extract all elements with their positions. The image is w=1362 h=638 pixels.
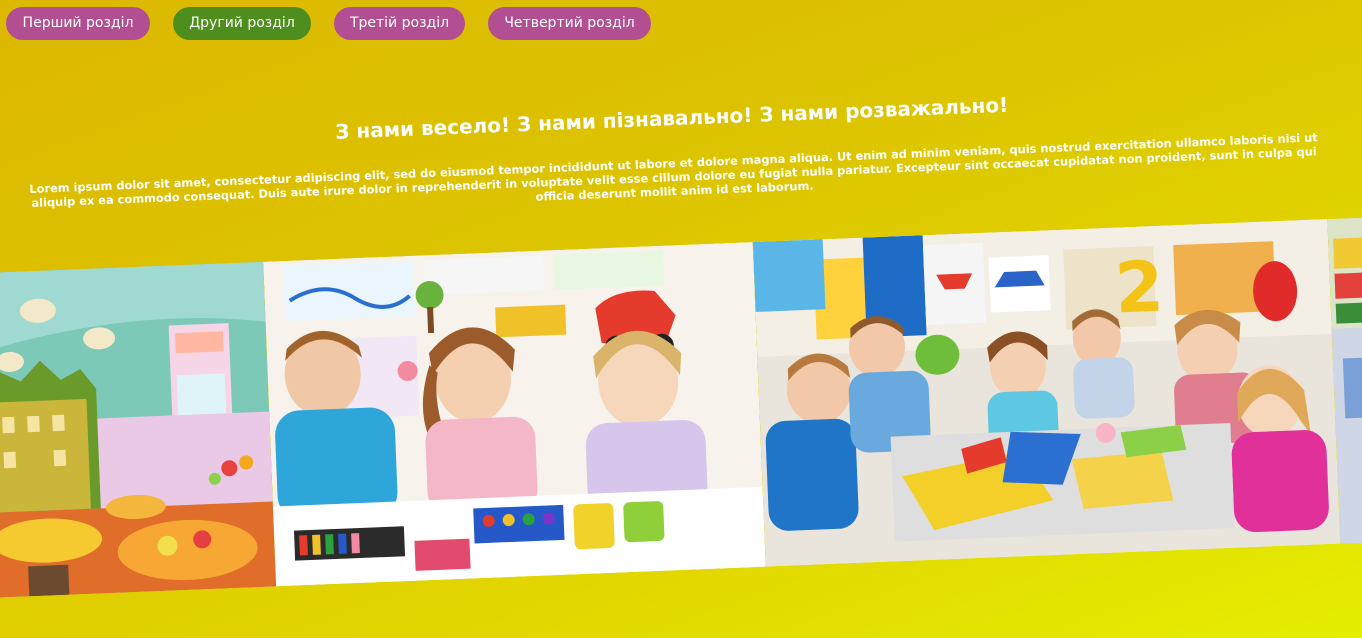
nav-item-third-section[interactable]: Третій розділ: [334, 7, 465, 40]
cartoon-classroom-image: [0, 261, 277, 598]
nav-item-second-section[interactable]: Другий розділ: [173, 7, 311, 40]
hero-section: З нами весело! З нами пізнавально! З нам…: [0, 42, 1362, 638]
children-painting-image: [263, 242, 766, 587]
main-nav: Перший розділ Другий розділ Третій розді…: [6, 7, 666, 40]
svg-text:2: 2: [1113, 246, 1165, 330]
nav-item-fourth-section[interactable]: Четвертий розділ: [488, 7, 651, 40]
children-crafting-image: 2: [752, 218, 1341, 567]
nav-item-first-section[interactable]: Перший розділ: [6, 7, 150, 40]
photo-strip: 2: [0, 216, 1362, 598]
